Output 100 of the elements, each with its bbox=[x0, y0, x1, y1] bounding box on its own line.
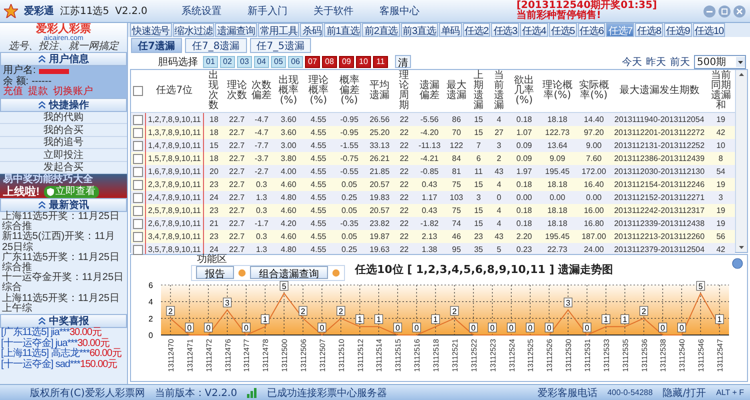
quick-action-link[interactable]: 立即投注 bbox=[0, 149, 127, 162]
table-cell: 2.20 bbox=[509, 230, 540, 243]
number-toggle[interactable]: 04 bbox=[254, 56, 269, 68]
checkbox[interactable] bbox=[133, 86, 144, 96]
checkbox[interactable] bbox=[133, 128, 143, 138]
checkbox[interactable] bbox=[133, 166, 143, 176]
number-toggle[interactable]: 09 bbox=[339, 56, 354, 68]
play-type-tab[interactable]: 前1直选 bbox=[324, 23, 362, 37]
table-cell: 16.00 bbox=[576, 204, 612, 217]
table-cell: 16.80 bbox=[576, 217, 612, 230]
tool-button[interactable]: 缩水过滤 bbox=[172, 23, 214, 37]
chevron-up-icon bbox=[38, 100, 46, 108]
close-icon[interactable] bbox=[733, 4, 746, 18]
checkbox[interactable] bbox=[133, 218, 143, 228]
quick-action-link[interactable]: 我的合买 bbox=[0, 124, 127, 136]
news-link[interactable]: 新11选5(江西)开奖：11月25日综 bbox=[0, 232, 127, 253]
table-cell: 22 bbox=[394, 152, 414, 165]
quick-action-link[interactable]: 我的代购 bbox=[0, 112, 127, 124]
day-link[interactable]: 今天 bbox=[622, 54, 642, 68]
table-cell: 27 bbox=[488, 126, 510, 139]
table-cell: 15 bbox=[468, 204, 489, 217]
checkbox[interactable] bbox=[133, 192, 143, 202]
news-link[interactable]: 十一运夺金开奖：11月25日综合 bbox=[0, 273, 127, 294]
checkbox[interactable] bbox=[133, 180, 143, 190]
number-toggle[interactable]: 02 bbox=[220, 56, 235, 68]
vertical-scrollbar[interactable] bbox=[735, 70, 747, 252]
play-type-tab[interactable]: 任选9 bbox=[664, 23, 692, 37]
news-link[interactable]: 上海11选5开奖：11月25日上午综 bbox=[0, 294, 127, 314]
table-cell: 0 bbox=[488, 191, 510, 204]
table-cell: 22 bbox=[394, 191, 414, 204]
play-type-tab[interactable]: 前2直选 bbox=[362, 23, 400, 37]
table-cell: 0.18 bbox=[509, 112, 540, 126]
table-cell: 2,5,7,8,9,10,11 bbox=[146, 204, 204, 217]
table-cell: 22 bbox=[394, 204, 414, 217]
sub-tab[interactable]: 任7_5遗漏 bbox=[250, 38, 312, 53]
minimize-icon[interactable] bbox=[703, 4, 716, 18]
sub-tab[interactable]: 任7遗漏 bbox=[131, 38, 182, 53]
toggle-link[interactable]: 隐藏/打开 bbox=[662, 386, 706, 400]
checkbox[interactable] bbox=[133, 140, 143, 150]
table-cell: 18.18 bbox=[539, 178, 576, 191]
data-label: 1 bbox=[374, 314, 384, 324]
number-toggle[interactable]: 06 bbox=[288, 56, 303, 68]
table-cell: 24 bbox=[203, 191, 224, 204]
number-toggle[interactable]: 10 bbox=[356, 56, 371, 68]
table-cell: 2013112386-2013112439 bbox=[612, 152, 707, 165]
menu-item[interactable]: 新手入门 bbox=[247, 4, 288, 18]
period-select[interactable]: 500期 bbox=[694, 54, 746, 68]
checkbox[interactable] bbox=[133, 114, 143, 124]
play-type-tab[interactable]: 任选6 bbox=[578, 23, 606, 37]
play-type-tab[interactable]: 任选3 bbox=[491, 23, 520, 37]
table-cell: 22.7 bbox=[224, 217, 250, 230]
table-cell: 2013112213-2013112260 bbox=[612, 230, 707, 243]
maximize-icon[interactable] bbox=[718, 4, 731, 18]
tool-button[interactable]: 遗漏查询 bbox=[215, 23, 257, 37]
number-toggle[interactable]: 03 bbox=[237, 56, 252, 68]
tool-button[interactable]: 快速选号 bbox=[130, 23, 172, 37]
number-toggle[interactable]: 07 bbox=[305, 56, 320, 68]
sub-tab[interactable]: 任7_8遗漏 bbox=[184, 38, 247, 53]
quick-action-link[interactable]: 我的追号 bbox=[0, 136, 127, 149]
number-toggle[interactable]: 01 bbox=[203, 56, 218, 68]
view-button[interactable]: 立即查看 bbox=[44, 186, 99, 198]
play-type-tab[interactable]: 任选5 bbox=[548, 23, 577, 37]
checkbox[interactable] bbox=[133, 206, 143, 216]
data-label: 0 bbox=[526, 322, 534, 332]
table-cell: 54 bbox=[706, 165, 735, 178]
play-type-tab[interactable]: 杀码 bbox=[300, 23, 324, 37]
day-link[interactable]: 前天 bbox=[670, 54, 690, 68]
number-toggle[interactable]: 11 bbox=[373, 56, 388, 68]
table-cell: 1.07 bbox=[509, 126, 540, 139]
table-cell: 13.64 bbox=[539, 139, 576, 152]
tool-button[interactable]: 常用工具 bbox=[258, 23, 300, 37]
function-button[interactable]: 组合遗漏查询 bbox=[250, 266, 328, 279]
play-type-tab[interactable]: 任选4 bbox=[520, 23, 548, 37]
menu-item[interactable]: 客服中心 bbox=[379, 4, 420, 18]
menu-item[interactable]: 关于软件 bbox=[313, 4, 354, 18]
function-button[interactable]: 报告 bbox=[196, 266, 234, 279]
data-label: 0 bbox=[469, 322, 478, 332]
checkbox[interactable] bbox=[133, 244, 143, 254]
table-cell: 22.7 bbox=[224, 165, 250, 178]
news-link[interactable]: 广东11选5开奖：11月25日综合推 bbox=[0, 252, 127, 274]
play-type-tab[interactable]: 前3直选 bbox=[400, 23, 438, 37]
number-toggle[interactable]: 05 bbox=[271, 56, 286, 68]
day-link[interactable]: 昨天 bbox=[646, 54, 666, 68]
checkbox[interactable] bbox=[133, 232, 143, 242]
info-dot-icon bbox=[238, 268, 246, 276]
y-tick-label: 0 bbox=[148, 331, 153, 340]
checkbox[interactable] bbox=[133, 154, 143, 164]
table-cell: 22 bbox=[394, 126, 414, 139]
play-type-tab[interactable]: 任选2 bbox=[462, 23, 490, 37]
clear-button[interactable]: 清 bbox=[395, 55, 411, 68]
data-label: 2 bbox=[640, 306, 648, 316]
data-label: 0 bbox=[185, 322, 194, 332]
play-type-tab[interactable]: 任选10 bbox=[692, 23, 726, 37]
field-label: 用户名: bbox=[3, 66, 36, 76]
play-type-tab[interactable]: 单码 bbox=[438, 23, 462, 37]
table-cell: 4.55 bbox=[303, 178, 334, 191]
menu-item[interactable]: 系统设置 bbox=[181, 4, 222, 18]
number-toggle[interactable]: 08 bbox=[322, 56, 337, 68]
table-cell: 0.43 bbox=[414, 204, 445, 217]
play-type-tab[interactable]: 任选8 bbox=[635, 23, 663, 37]
